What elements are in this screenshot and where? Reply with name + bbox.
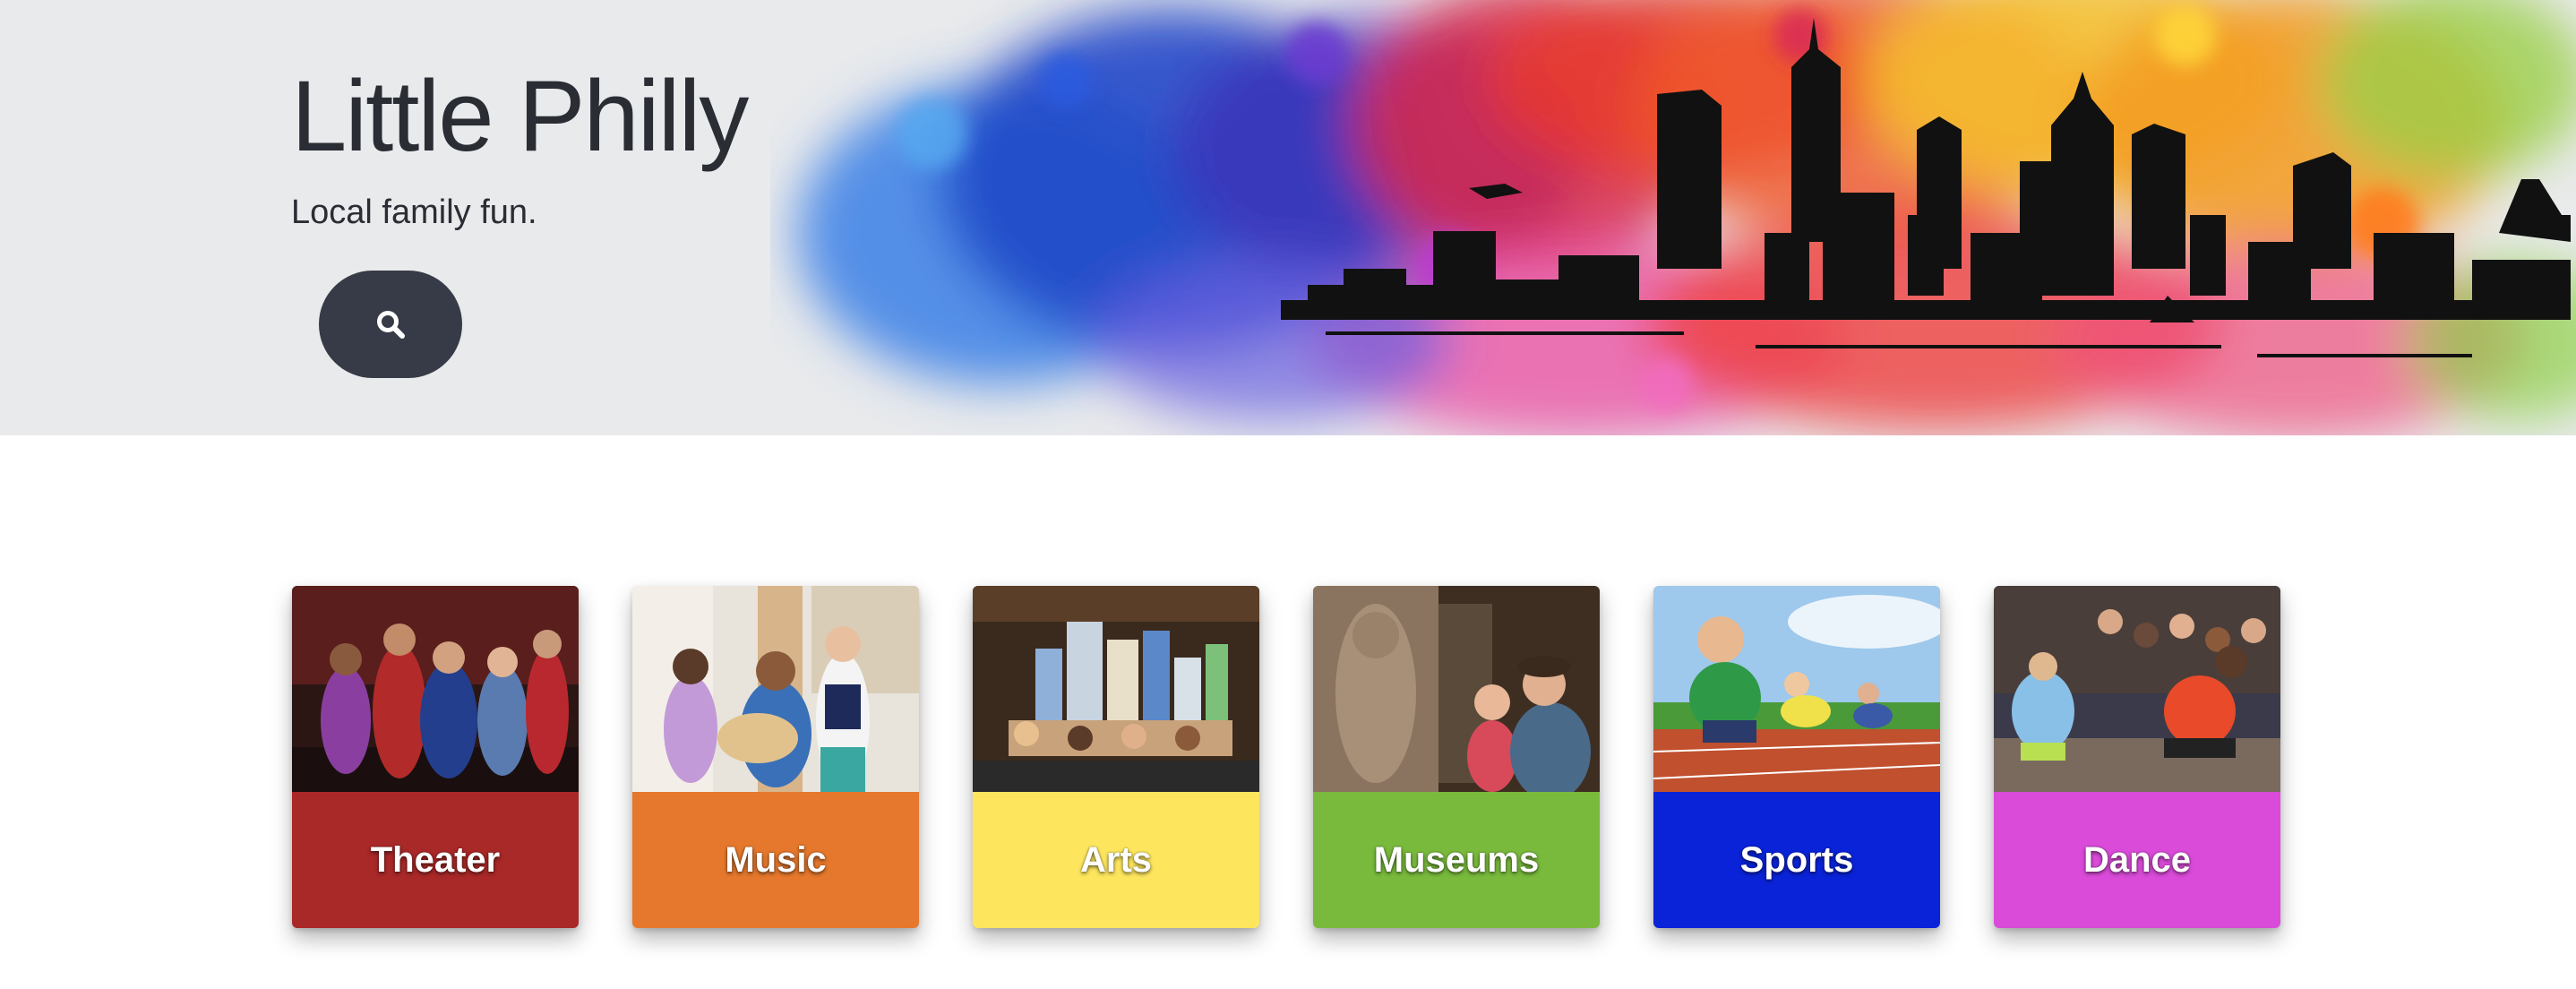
arts-photo bbox=[973, 586, 1259, 792]
tagline: Local family fun. bbox=[291, 194, 537, 231]
hero-banner: Little Philly Local family fun. bbox=[0, 0, 2576, 435]
music-photo bbox=[632, 586, 919, 792]
dance-photo bbox=[1994, 586, 2280, 792]
theater-photo bbox=[292, 586, 579, 792]
category-card-music[interactable]: Music bbox=[632, 586, 919, 928]
category-label: Sports bbox=[1653, 792, 1940, 928]
hero-text-group: Little Philly Local family fun. bbox=[291, 54, 749, 233]
category-card-sports[interactable]: Sports bbox=[1653, 586, 1940, 928]
museums-photo bbox=[1313, 586, 1600, 792]
category-label: Theater bbox=[292, 792, 579, 928]
search-icon bbox=[377, 311, 405, 339]
category-label: Arts bbox=[973, 792, 1259, 928]
category-card-dance[interactable]: Dance bbox=[1994, 586, 2280, 928]
category-label: Dance bbox=[1994, 792, 2280, 928]
sports-photo bbox=[1653, 586, 1940, 792]
category-card-arts[interactable]: Arts bbox=[973, 586, 1259, 928]
category-label: Music bbox=[632, 792, 919, 928]
category-grid: Theater Music Arts Museums Sports Dance bbox=[292, 586, 2280, 928]
philadelphia-skyline-art bbox=[797, 0, 2576, 435]
category-card-theater[interactable]: Theater bbox=[292, 586, 579, 928]
category-card-museums[interactable]: Museums bbox=[1313, 586, 1600, 928]
category-label: Museums bbox=[1313, 792, 1600, 928]
search-button[interactable] bbox=[319, 271, 462, 378]
site-title: Little Philly bbox=[291, 60, 749, 172]
